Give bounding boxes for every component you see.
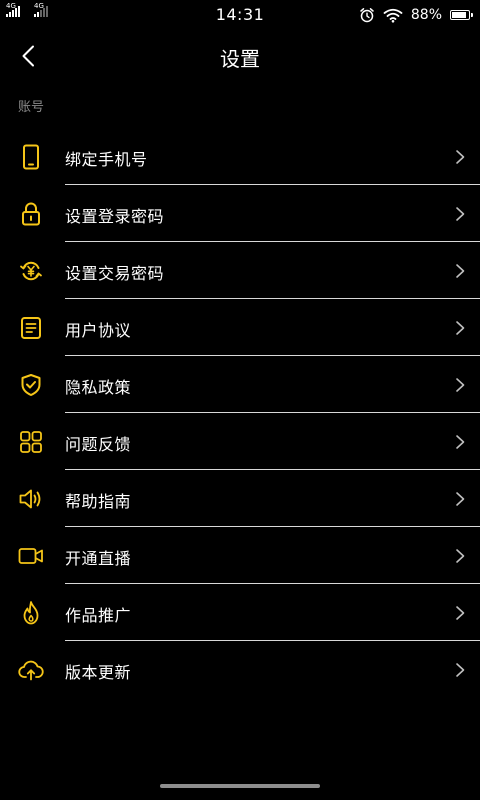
menu-item-privacy-policy[interactable]: 隐私政策	[0, 356, 480, 413]
wifi-icon	[383, 8, 403, 23]
phone-icon	[18, 144, 44, 170]
alarm-clock-icon	[360, 8, 374, 23]
home-indicator[interactable]	[160, 784, 320, 788]
menu-item-login-password[interactable]: 设置登录密码	[0, 185, 480, 242]
speaker-icon	[18, 486, 44, 512]
status-icons: 88%	[359, 6, 473, 24]
nav-bar: 设置	[0, 30, 480, 82]
page-title: 设置	[220, 47, 260, 71]
menu-item-label: 开通直播	[65, 549, 132, 568]
menu-item-open-live[interactable]: 开通直播	[0, 527, 480, 584]
chevron-right-icon	[456, 378, 465, 392]
cloud-upload-icon	[18, 657, 44, 683]
menu-item-bind-phone[interactable]: 绑定手机号	[0, 128, 480, 185]
flame-icon	[18, 600, 44, 626]
menu-item-version-update[interactable]: 版本更新	[0, 641, 480, 698]
lock-icon	[18, 201, 44, 227]
section-label-account: 账号	[18, 100, 45, 115]
menu-item-label: 设置交易密码	[65, 264, 165, 283]
chevron-right-icon	[456, 150, 465, 164]
document-icon	[18, 315, 44, 341]
menu-item-label: 版本更新	[65, 663, 132, 682]
menu-item-label: 绑定手机号	[65, 150, 148, 169]
menu-item-label: 设置登录密码	[65, 207, 165, 226]
grid-icon	[18, 429, 44, 455]
menu-item-label: 隐私政策	[65, 378, 132, 397]
status-bar: 4G 4G 14:31 88%	[0, 0, 480, 30]
battery-level-fill	[452, 12, 467, 18]
menu-item-feedback[interactable]: 问题反馈	[0, 413, 480, 470]
shield-check-icon	[18, 372, 44, 398]
menu-item-label: 问题反馈	[65, 435, 132, 454]
settings-menu-list: 绑定手机号 设置登录密码 设置交易密码 用户协议 隐私政策 问题反馈 帮助指南 …	[0, 128, 480, 698]
chevron-right-icon	[456, 321, 465, 335]
yuan-exchange-icon	[18, 258, 44, 284]
chevron-right-icon	[456, 549, 465, 563]
battery-percentage: 88%	[410, 7, 442, 23]
menu-item-label: 作品推广	[65, 606, 132, 625]
menu-item-label: 用户协议	[65, 321, 132, 340]
battery-icon	[450, 10, 473, 20]
chevron-right-icon	[456, 492, 465, 506]
chevron-right-icon	[456, 435, 465, 449]
chevron-right-icon	[456, 663, 465, 677]
menu-item-label: 帮助指南	[65, 492, 132, 511]
menu-item-trade-password[interactable]: 设置交易密码	[0, 242, 480, 299]
chevron-right-icon	[456, 606, 465, 620]
menu-item-help-guide[interactable]: 帮助指南	[0, 470, 480, 527]
menu-item-user-agreement[interactable]: 用户协议	[0, 299, 480, 356]
menu-item-promotion[interactable]: 作品推广	[0, 584, 480, 641]
chevron-right-icon	[456, 207, 465, 221]
chevron-right-icon	[456, 264, 465, 278]
video-camera-icon	[18, 543, 44, 569]
